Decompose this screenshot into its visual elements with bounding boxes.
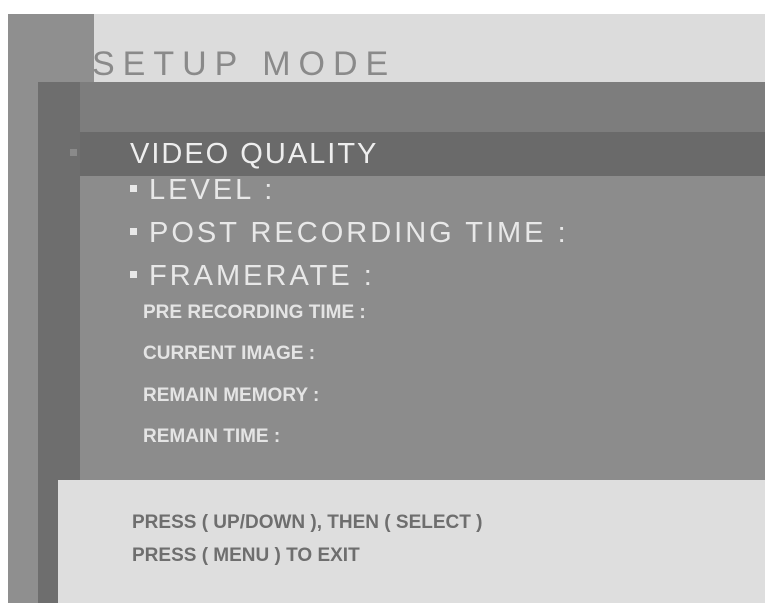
left-border-outer (8, 14, 38, 603)
menu-item-level-label: LEVEL : (149, 174, 276, 206)
menu-item-framerate-label: FRAMERATE : (149, 260, 375, 292)
menu-item-post-recording-time[interactable]: POST RECORDING TIME : (130, 215, 569, 251)
instruction-line-navigate: PRESS ( UP/DOWN ), THEN ( SELECT ) (132, 512, 483, 533)
page-title: SETUP MODE (92, 45, 397, 83)
selection-indicator-icon (70, 149, 77, 156)
instruction-footer (58, 480, 765, 603)
bullet-icon (130, 184, 137, 192)
menu-item-level[interactable]: LEVEL : (130, 172, 275, 208)
menu-item-current-image[interactable]: CURRENT IMAGE : (143, 342, 315, 366)
menu-item-remain-memory[interactable]: REMAIN MEMORY : (143, 384, 319, 408)
setup-mode-screen: SETUP MODE VIDEO QUALITY LEVEL : POST RE… (0, 0, 765, 603)
menu-item-video-quality-label: VIDEO QUALITY (130, 138, 379, 170)
menu-item-framerate[interactable]: FRAMERATE : (130, 258, 375, 294)
menu-item-post-recording-time-label: POST RECORDING TIME : (149, 217, 569, 249)
menu-panel-top-strip (80, 82, 765, 132)
menu-item-remain-time[interactable]: REMAIN TIME : (143, 425, 280, 449)
bullet-icon (130, 270, 137, 278)
instruction-line-exit: PRESS ( MENU ) TO EXIT (132, 545, 360, 566)
bullet-icon (130, 227, 137, 235)
left-border-cap (38, 14, 94, 82)
menu-item-pre-recording-time[interactable]: PRE RECORDING TIME : (143, 301, 366, 325)
